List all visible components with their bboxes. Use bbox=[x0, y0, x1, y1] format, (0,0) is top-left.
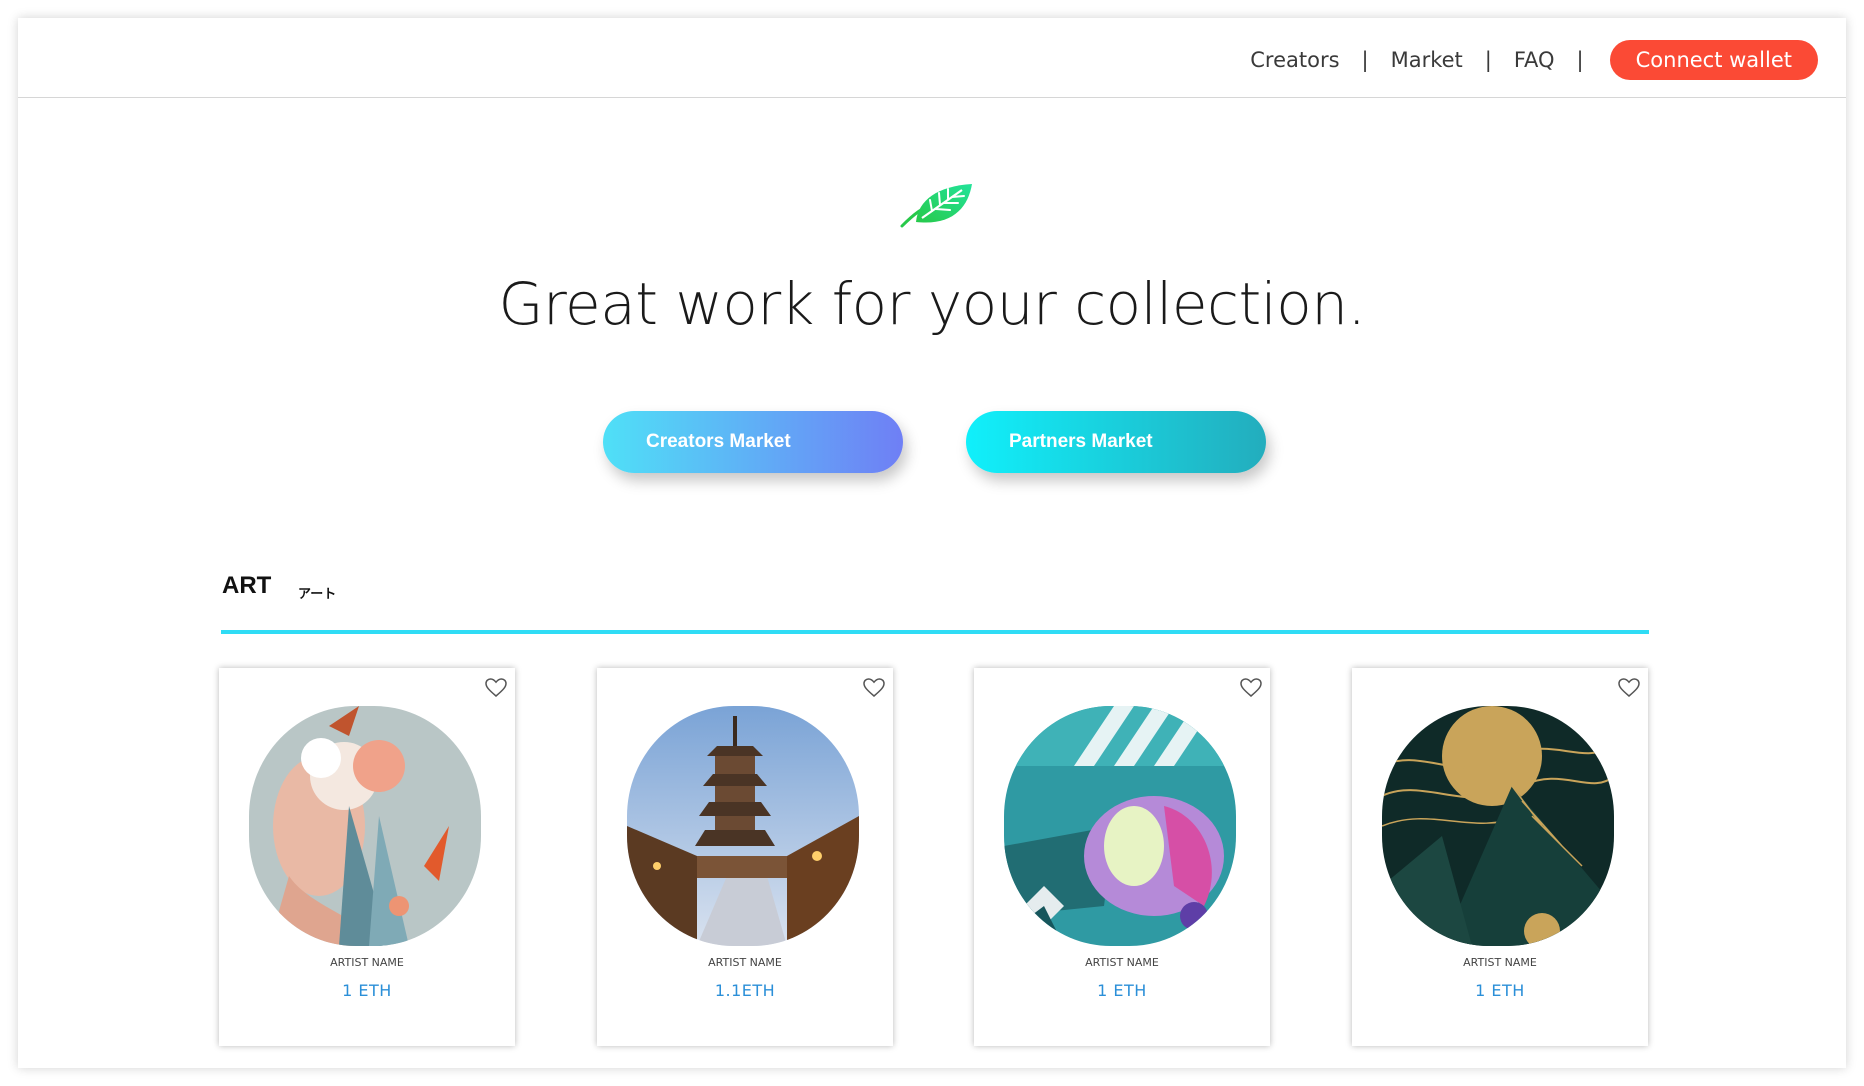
section-divider bbox=[221, 630, 1649, 634]
hero-headline: Great work for your collection. bbox=[498, 270, 1366, 338]
nav-faq-link[interactable]: FAQ bbox=[1514, 48, 1555, 72]
artwork-card[interactable]: ARTIST NAME 1 ETH bbox=[219, 668, 515, 1046]
nav-separator: | bbox=[1361, 48, 1369, 72]
artwork-card[interactable]: ARTIST NAME 1 ETH bbox=[974, 668, 1270, 1046]
heart-icon[interactable] bbox=[485, 678, 507, 698]
heart-icon[interactable] bbox=[1240, 678, 1262, 698]
creators-market-button[interactable]: Creators Market bbox=[603, 411, 903, 473]
heart-icon[interactable] bbox=[863, 678, 885, 698]
artwork-image bbox=[1004, 706, 1236, 946]
nav-market-link[interactable]: Market bbox=[1391, 48, 1463, 72]
top-navigation-bar: Creators | Market | FAQ | Connect wallet bbox=[18, 18, 1846, 98]
main-nav: Creators | Market | FAQ | Connect wallet bbox=[1250, 40, 1818, 80]
artwork-card[interactable]: ARTIST NAME 1 ETH bbox=[1352, 668, 1648, 1046]
nav-separator: | bbox=[1484, 48, 1492, 72]
nav-separator: | bbox=[1576, 48, 1584, 72]
browser-page: Creators | Market | FAQ | Connect wallet… bbox=[18, 18, 1846, 1068]
artist-name: ARTIST NAME bbox=[708, 956, 782, 969]
leaf-icon bbox=[896, 178, 976, 232]
artwork-card[interactable]: ARTIST NAME 1.1ETH bbox=[597, 668, 893, 1046]
heart-icon[interactable] bbox=[1618, 678, 1640, 698]
artwork-image bbox=[249, 706, 481, 946]
price-label: 1.1ETH bbox=[714, 981, 776, 1000]
connect-wallet-button[interactable]: Connect wallet bbox=[1609, 40, 1818, 80]
price-label: 1 ETH bbox=[342, 981, 392, 1000]
artist-name: ARTIST NAME bbox=[330, 956, 404, 969]
artist-name: ARTIST NAME bbox=[1463, 956, 1537, 969]
artwork-image bbox=[627, 706, 859, 946]
artist-name: ARTIST NAME bbox=[1085, 956, 1159, 969]
section-title: ART bbox=[222, 572, 272, 599]
artwork-image bbox=[1382, 706, 1614, 946]
price-label: 1 ETH bbox=[1097, 981, 1147, 1000]
nav-creators-link[interactable]: Creators bbox=[1250, 48, 1339, 72]
price-label: 1 ETH bbox=[1475, 981, 1525, 1000]
partners-market-button[interactable]: Partners Market bbox=[966, 411, 1266, 473]
section-subtitle: アート bbox=[298, 587, 337, 602]
